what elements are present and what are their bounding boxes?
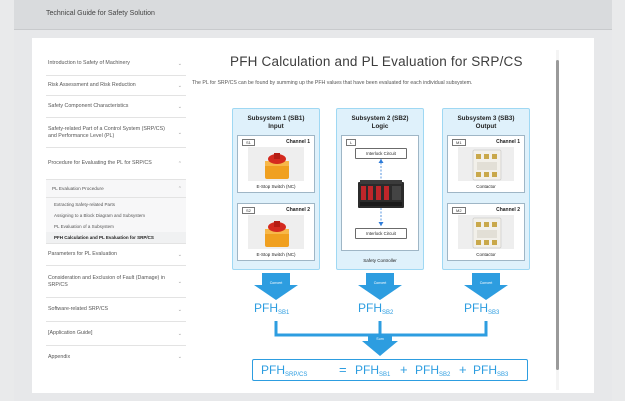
sidebar-item-procedure[interactable]: Procedure for Evaluating the PL for SRP/… — [46, 148, 186, 180]
sidebar-item-software[interactable]: Software-related SRP/CS ⌄ — [46, 298, 186, 322]
sidebar-subitem-extracting[interactable]: Extracting Safety-related Parts — [46, 198, 186, 210]
pfh-text: PFH — [464, 301, 488, 315]
convert-arrow-2: Convert — [358, 273, 402, 300]
chevron-down-icon: ⌄ — [177, 330, 182, 337]
formula-term-3: PFHSB3 — [473, 363, 508, 378]
sidebar-item-appendix[interactable]: Appendix ⌄ — [46, 346, 186, 368]
formula-subscript: SB3 — [497, 372, 509, 378]
window-frame: Introduction to Safety of Machinery ⌄ Ri… — [14, 30, 612, 401]
sum-connector: Sum — [274, 321, 488, 356]
flow-connectors: Convert Convert Convert Sum — [254, 273, 508, 356]
sidebar-item-pl-evaluation-procedure[interactable]: PL Evaluation Procedure ⌃ — [46, 180, 186, 198]
formula-subscript: SB1 — [379, 372, 391, 378]
pfh-formula: PFHSRP/CS = PFHSB1 + PFHSB2 + PFHSB3 — [252, 359, 528, 381]
convert-label: Convert — [480, 281, 493, 285]
page: Introduction to Safety of Machinery ⌄ Ri… — [32, 38, 594, 393]
sidebar-item-label: [Application Guide] — [48, 330, 93, 336]
sidebar-item-label: Safety-related Part of a Control System … — [48, 125, 165, 139]
main-content: PFH Calculation and PL Evaluation for SR… — [190, 38, 570, 393]
scrollbar-thumb[interactable] — [556, 60, 559, 370]
sidebar-item-label: Procedure for Evaluating the PL for SRP/… — [48, 160, 152, 166]
sidebar-item-label: Risk Assessment and Risk Reduction — [48, 82, 136, 88]
convert-label: Convert — [374, 281, 387, 285]
chevron-down-icon: ⌄ — [177, 82, 182, 89]
pfh-sb3: PFHSB3 — [464, 301, 499, 316]
sidebar-item-component-characteristics[interactable]: Safety Component Characteristics ⌄ — [46, 96, 186, 118]
formula-text: PFH — [261, 363, 285, 377]
sidebar-subitem-label: Extracting Safety-related Parts — [54, 201, 116, 207]
formula-plus-1: + — [400, 362, 408, 377]
formula-text: PFH — [355, 363, 379, 377]
sidebar-subitem-label: PL Evaluation of a Subsystem — [54, 224, 114, 229]
sidebar-subitem-label: Assigning to a Block Diagram and Subsyst… — [54, 213, 146, 218]
sidebar-item-label: Safety Component Characteristics — [48, 103, 129, 109]
chevron-down-icon: ⌄ — [177, 354, 182, 360]
formula-term-2: PFHSB2 — [415, 363, 450, 378]
formula-term-1: PFHSB1 — [355, 363, 390, 378]
formula-equals: = — [339, 362, 347, 377]
chevron-down-icon: ⌄ — [177, 129, 182, 136]
chevron-up-icon: ⌃ — [177, 185, 182, 192]
convert-label: Convert — [270, 281, 283, 285]
sidebar-subgroup: PL Evaluation Procedure ⌃ Extracting Saf… — [46, 180, 186, 244]
formula-text: PFH — [473, 363, 497, 377]
pfh-text: PFH — [254, 301, 278, 315]
chevron-down-icon: ⌄ — [177, 60, 182, 67]
chevron-down-icon: ⌄ — [177, 251, 182, 258]
chevron-down-icon: ⌄ — [177, 306, 182, 313]
formula-plus-2: + — [459, 362, 467, 377]
pfh-subscript: SB3 — [488, 310, 500, 316]
sidebar-item-srpcs-pl[interactable]: Safety-related Part of a Control System … — [46, 118, 186, 148]
chevron-up-icon: ⌃ — [177, 160, 182, 167]
formula-lhs: PFHSRP/CS — [261, 363, 307, 378]
sidebar-item-risk-assessment[interactable]: Risk Assessment and Risk Reduction ⌄ — [46, 76, 186, 96]
formula-text: PFH — [415, 363, 439, 377]
sidebar-item-label: Consideration and Exclusion of Fault (Da… — [48, 274, 165, 288]
sidebar-subitem-pl-evaluation[interactable]: PL Evaluation of a Subsystem — [46, 221, 186, 232]
sidebar-nav: Introduction to Safety of Machinery ⌄ Ri… — [46, 52, 186, 368]
chevron-down-icon: ⌄ — [177, 278, 182, 285]
top-header-bar: Technical Guide for Safety Solution — [14, 0, 612, 30]
convert-arrow-3: Convert — [464, 273, 508, 300]
sidebar-item-label: Parameters for PL Evaluation — [48, 251, 117, 257]
header-title: Technical Guide for Safety Solution — [46, 10, 155, 17]
sidebar-item-label: Software-related SRP/CS — [48, 306, 109, 312]
sidebar-item-application-guide[interactable]: [Application Guide] ⌄ — [46, 322, 186, 346]
pfh-text: PFH — [358, 301, 382, 315]
sidebar-item-introduction[interactable]: Introduction to Safety of Machinery ⌄ — [46, 52, 186, 76]
sidebar-item-label: PL Evaluation Procedure — [52, 186, 104, 191]
pfh-sb2: PFHSB2 — [358, 301, 393, 316]
formula-subscript: SRP/CS — [285, 372, 308, 378]
sidebar-subitem-assigning[interactable]: Assigning to a Block Diagram and Subsyst… — [46, 210, 186, 221]
sidebar-item-label: Appendix — [48, 353, 71, 360]
sidebar-subitem-label: PFH Calculation and PL Evaluation for SR… — [54, 235, 154, 240]
chevron-down-icon: ⌄ — [177, 103, 182, 110]
sidebar-item-fault-exclusion[interactable]: Consideration and Exclusion of Fault (Da… — [46, 266, 186, 298]
pfh-subscript: SB1 — [278, 310, 290, 316]
sum-label: Sum — [376, 337, 383, 341]
pfh-sb1: PFHSB1 — [254, 301, 289, 316]
sidebar-item-label: Introduction to Safety of Machinery — [48, 60, 130, 66]
pfh-subscript: SB2 — [382, 310, 394, 316]
convert-arrow-1: Convert — [254, 273, 298, 300]
formula-subscript: SB2 — [439, 372, 451, 378]
sidebar-subitem-pfh-calculation[interactable]: PFH Calculation and PL Evaluation for SR… — [46, 232, 186, 244]
sidebar-item-parameters[interactable]: Parameters for PL Evaluation ⌄ — [46, 244, 186, 266]
